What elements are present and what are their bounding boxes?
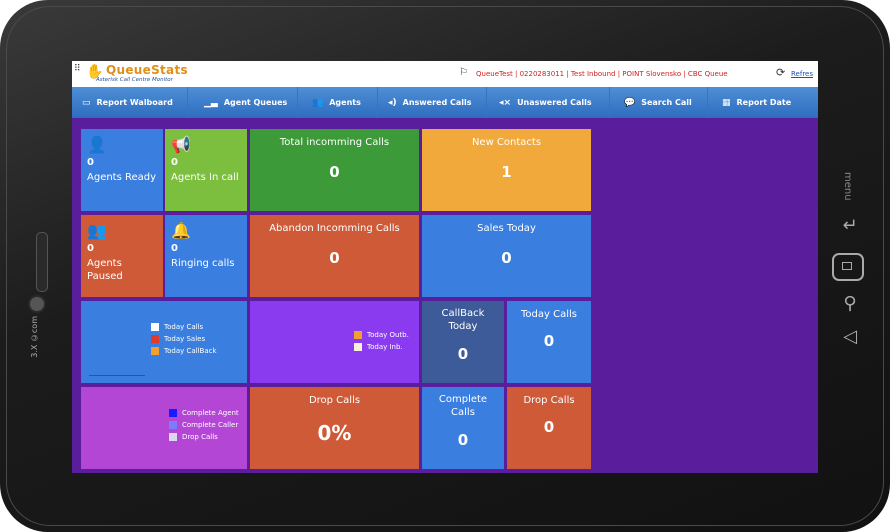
tile-agents-ready[interactable]: 👤 0 Agents Ready [81, 129, 163, 211]
tile-ringing-calls[interactable]: 🔔 0 Ringing calls [165, 215, 247, 297]
nav-unaswered-calls[interactable]: ◂× Unaswered Calls [487, 87, 610, 118]
megaphone-icon: 📢 [171, 135, 191, 154]
legend-item: Today Calls [151, 321, 217, 333]
logo-subtitle: Asterisk Call Centre Monitor [96, 77, 173, 83]
legend-item: Today Outb. [354, 329, 409, 341]
device-brand: 3.X ©com [30, 316, 39, 358]
nav-search-call[interactable]: 💬 Search Call [610, 87, 708, 118]
nav-answered-calls[interactable]: ◂) Answered Calls [378, 87, 487, 118]
tile-callback-today[interactable]: CallBack Today 0 [422, 301, 504, 383]
legend-swatch [354, 331, 362, 339]
users-outline-icon: 👥 [87, 221, 107, 240]
side-button[interactable] [36, 232, 48, 292]
tile-agents-in-call[interactable]: 📢 0 Agents In call [165, 129, 247, 211]
tile-today-calls[interactable]: Today Calls 0 [507, 301, 591, 383]
camera-icon [30, 297, 44, 311]
tile-chart-inbound-outbound[interactable]: Today Outb. Today Inb. [250, 301, 419, 383]
tile-drop-calls[interactable]: Drop Calls 0 [507, 387, 591, 469]
tile-new-contacts[interactable]: New Contacts 1 [422, 129, 591, 211]
legend-item: Today Sales [151, 333, 217, 345]
legend-swatch [151, 347, 159, 355]
mute-icon: ◂× [499, 97, 512, 108]
users-icon: 👥 [312, 97, 324, 108]
legend-swatch [354, 343, 362, 351]
user-icon: 👤 [87, 135, 107, 154]
legend-swatch [169, 409, 177, 417]
legend-swatch [169, 421, 177, 429]
chat-icon: 💬 [624, 97, 636, 108]
nav-report-walboard[interactable]: ▭ Report Walboard [72, 87, 188, 118]
grip-icon[interactable]: ⠿ [74, 64, 81, 74]
chart-axis [89, 375, 145, 376]
tile-abandon-incoming[interactable]: Abandon Incomming Calls 0 [250, 215, 419, 297]
main-nav: ▭ Report Walboard ▁▃ Agent Queues 👥 Agents … [72, 87, 818, 118]
app-logo[interactable]: ✋ QueueStats Asterisk Call Centre Monito… [82, 63, 192, 85]
app-screen: ⠿ ✋ QueueStats Asterisk Call Centre Moni… [72, 61, 818, 473]
legend-item: Complete Caller [169, 419, 239, 431]
tile-drop-calls-percent[interactable]: Drop Calls 0% [250, 387, 419, 469]
tile-sales-today[interactable]: Sales Today 0 [422, 215, 591, 297]
tile-agents-paused[interactable]: 👥 0 Agents Paused [81, 215, 163, 297]
tablet-frame: 3.X ©com menu ↵ ⚲ ◁ ⠿ ✋ QueueStats Aster… [0, 0, 890, 532]
monitor-icon: ▭ [82, 97, 91, 108]
refresh-icon[interactable]: ⟳ [776, 66, 785, 79]
queue-info: QueueTest | 0220283011 | Test Inbound | … [476, 70, 728, 78]
header-bar: ⠿ ✋ QueueStats Asterisk Call Centre Moni… [72, 61, 818, 87]
tile-complete-calls[interactable]: Complete Calls 0 [422, 387, 504, 469]
legend-swatch [169, 433, 177, 441]
logo-title: QueueStats [106, 63, 188, 77]
calendar-icon: ▦ [722, 97, 731, 108]
legend-item: Drop Calls [169, 431, 239, 443]
tile-chart-complete-drop[interactable]: Complete Agent Complete Caller Drop Call… [81, 387, 247, 469]
chart1-legend: Today Calls Today Sales Today CallBack [151, 321, 217, 357]
legend-swatch [151, 335, 159, 343]
flag-icon: ⚐ [459, 67, 468, 78]
back-icon[interactable]: ↵ [837, 215, 863, 236]
bar-chart-icon: ▁▃ [204, 97, 218, 108]
refresh-link[interactable]: Refres [791, 70, 813, 78]
nav-report-date[interactable]: ▦ Report Date [708, 87, 818, 118]
chart3-legend: Complete Agent Complete Caller Drop Call… [169, 407, 239, 443]
tile-total-incoming[interactable]: Total incomming Calls 0 [250, 129, 419, 211]
bell-icon: 🔔 [171, 221, 191, 240]
chart2-legend: Today Outb. Today Inb. [354, 329, 409, 353]
tile-chart-today-summary[interactable]: Today Calls Today Sales Today CallBack [81, 301, 247, 383]
legend-item: Today CallBack [151, 345, 217, 357]
legend-item: Today Inb. [354, 341, 409, 353]
return-icon[interactable]: ◁ [837, 326, 863, 347]
menu-label: menu [842, 172, 853, 201]
home-icon[interactable] [832, 253, 864, 281]
nav-agent-queues[interactable]: ▁▃ Agent Queues [188, 87, 298, 118]
logo-icon: ✋ [86, 64, 104, 80]
legend-item: Complete Agent [169, 407, 239, 419]
search-hw-icon[interactable]: ⚲ [837, 293, 863, 314]
speaker-icon: ◂) [388, 97, 397, 108]
nav-agents[interactable]: 👥 Agents [298, 87, 378, 118]
legend-swatch [151, 323, 159, 331]
